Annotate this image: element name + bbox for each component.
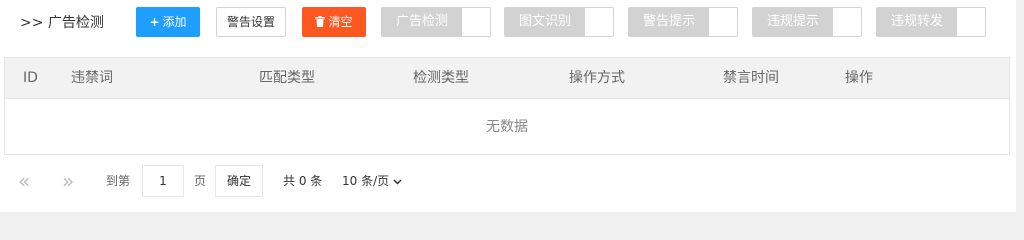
plus-icon: + [149, 15, 160, 29]
toggle-image-text-recognition-label: 图文识别 [505, 8, 585, 36]
toggle-image-text-recognition[interactable]: 图文识别 [504, 7, 614, 37]
page-size-value: 10 条/页 [342, 174, 390, 188]
confirm-button[interactable]: 确定 [215, 165, 263, 197]
page-number-input[interactable] [142, 165, 184, 197]
toggle-violation-forward[interactable]: 违规转发 [876, 7, 986, 37]
column-header-mute-time: 禁言时间 [723, 70, 779, 86]
toggle-ad-detection-label: 广告检测 [382, 8, 462, 36]
empty-state-text: 无数据 [486, 119, 528, 135]
column-header-action-mode: 操作方式 [569, 70, 625, 86]
total-count: 共 0 条 [283, 174, 323, 188]
add-button-label: 添加 [162, 15, 187, 29]
table-header: ID 违禁词 匹配类型 检测类型 操作方式 禁言时间 操作 [5, 58, 1009, 99]
pagination: « » 到第 页 确定 共 0 条 10 条/页 [0, 164, 1016, 198]
page-unit-label: 页 [194, 174, 207, 188]
toggle-violation-prompt[interactable]: 违规提示 [752, 7, 862, 37]
column-header-match-type: 匹配类型 [259, 70, 315, 86]
rules-table: ID 违禁词 匹配类型 检测类型 操作方式 禁言时间 操作 无数据 [4, 57, 1010, 155]
add-button[interactable]: + 添加 [136, 7, 200, 37]
clear-button-label: 清空 [328, 15, 353, 29]
toggle-warning-prompt-label: 警告提示 [629, 8, 709, 36]
clear-button[interactable]: 清空 [302, 7, 366, 37]
main-panel: >> 广告检测 + 添加 警告设置 清空 广告检测 图文识别 警告提示 违规提示 … [0, 0, 1016, 212]
page-title: >> 广告检测 [20, 15, 104, 31]
toggle-ad-detection[interactable]: 广告检测 [381, 7, 491, 37]
toggle-violation-prompt-label: 违规提示 [753, 8, 833, 36]
next-page-icon[interactable]: » [62, 164, 74, 198]
toggle-warning-prompt[interactable]: 警告提示 [628, 7, 738, 37]
toggle-violation-forward-label: 违规转发 [877, 8, 957, 36]
trash-icon [315, 8, 326, 36]
column-header-operation: 操作 [845, 70, 873, 86]
column-header-banned-word: 违禁词 [71, 70, 113, 86]
chevron-down-icon [393, 167, 402, 199]
page-size-select[interactable]: 10 条/页 [342, 165, 402, 197]
first-page-icon[interactable]: « [18, 164, 30, 198]
warning-settings-button[interactable]: 警告设置 [216, 7, 286, 37]
column-header-id: ID [23, 70, 38, 86]
column-header-detection-type: 检测类型 [413, 70, 469, 86]
goto-label: 到第 [106, 174, 131, 188]
